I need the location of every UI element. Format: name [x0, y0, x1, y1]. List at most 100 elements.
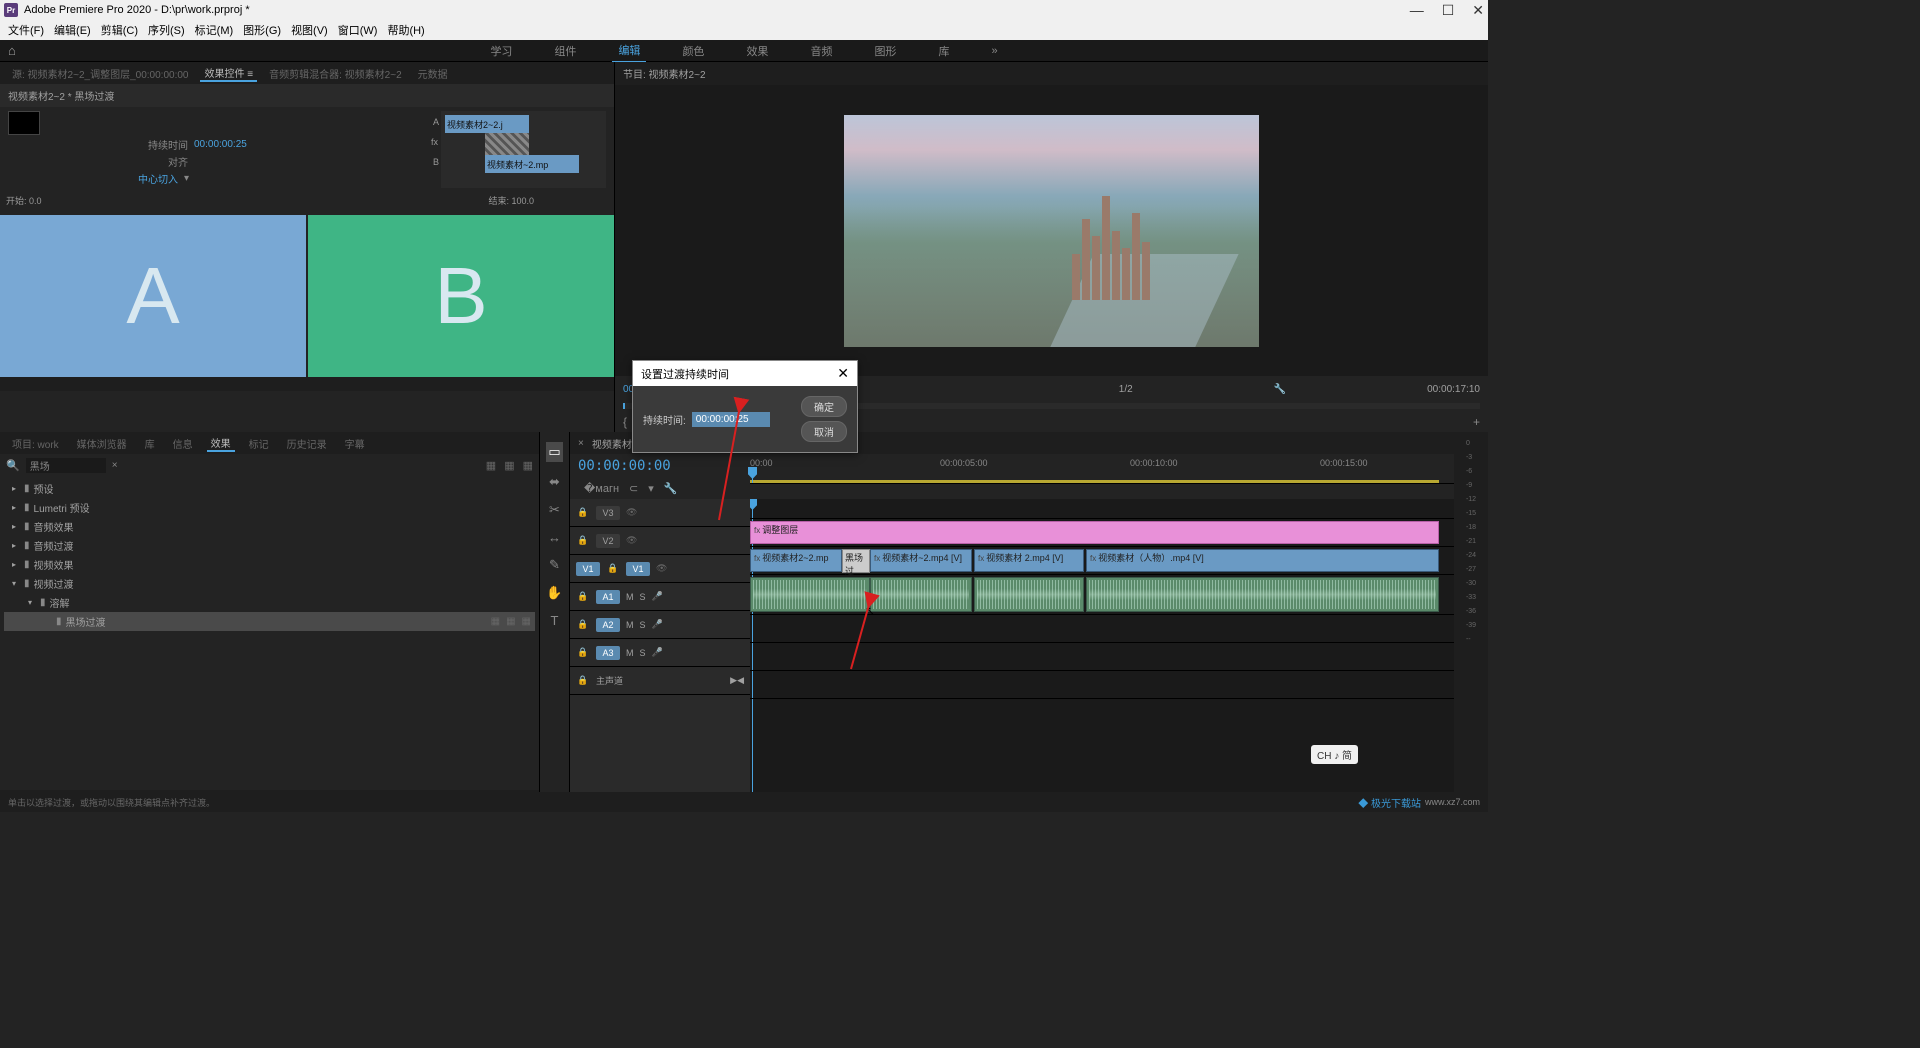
close-button[interactable]: ✕ — [1472, 2, 1484, 19]
clip-2[interactable]: fx视频素材~2.mp4 [V] — [870, 549, 972, 572]
window-title: Adobe Premiere Pro 2020 - D:\pr\work.prp… — [24, 4, 250, 16]
menu-markers[interactable]: 标记(M) — [191, 22, 238, 38]
clip-adjustment[interactable]: fx调整图层 — [750, 521, 1439, 544]
duration-value[interactable]: 00:00:00:25 — [194, 139, 247, 150]
track-a3[interactable]: A3 — [596, 646, 620, 660]
annotation-arrow-1 — [715, 400, 745, 533]
preset-icon-3[interactable]: ▦ — [523, 459, 533, 472]
track-v2[interactable]: V2 — [596, 534, 620, 548]
tree-item[interactable]: ▸▮Lumetri 预设 — [4, 498, 535, 517]
selection-tool-icon[interactable]: ▭ — [546, 442, 562, 462]
mini-transition[interactable] — [485, 133, 529, 155]
menu-view[interactable]: 视图(V) — [287, 22, 332, 38]
menubar: 文件(F) 编辑(E) 剪辑(C) 序列(S) 标记(M) 图形(G) 视图(V… — [0, 20, 1488, 40]
track-master[interactable]: 主声道 — [596, 674, 623, 687]
tree-item[interactable]: ▸▮音频效果 — [4, 517, 535, 536]
transition-clip[interactable]: 黑场过 — [842, 549, 870, 573]
clip-4[interactable]: fx视频素材（人物）.mp4 [V] — [1086, 549, 1439, 572]
menu-file[interactable]: 文件(F) — [4, 22, 48, 38]
effects-tree: ▸▮预设▸▮Lumetri 预设▸▮音频效果▸▮音频过渡▸▮视频效果▾▮视频过渡… — [0, 477, 539, 790]
menu-edit[interactable]: 编辑(E) — [50, 22, 95, 38]
clip-1[interactable]: fx视频素材2~2.mp — [750, 549, 842, 572]
ws-graphics[interactable]: 图形 — [868, 40, 902, 62]
ws-libraries[interactable]: 库 — [932, 40, 955, 62]
ws-effects[interactable]: 效果 — [740, 40, 774, 62]
tab-info[interactable]: 信息 — [169, 436, 197, 451]
timeline-tools: ▭ ⬌ ✂ ↔ ✎ ✋ T — [540, 432, 570, 812]
tab-history[interactable]: 历史记录 — [283, 436, 331, 451]
program-monitor-view[interactable] — [844, 115, 1259, 347]
tab-media-browser[interactable]: 媒体浏览器 — [73, 436, 131, 451]
tree-item[interactable]: ▾▮视频过渡 — [4, 574, 535, 593]
ws-audio[interactable]: 音频 — [804, 40, 838, 62]
tab-audio-mixer[interactable]: 音频剪辑混合器: 视频素材2~2 — [265, 66, 406, 81]
snap-icon[interactable]: �магн — [584, 482, 619, 495]
tree-item[interactable]: ▸▮视频效果 — [4, 555, 535, 574]
marker-add-icon[interactable]: ▾ — [648, 482, 654, 495]
track-v1[interactable]: V1 — [626, 562, 650, 576]
track-a1[interactable]: A1 — [596, 590, 620, 604]
hand-tool-icon[interactable]: ✋ — [546, 585, 562, 601]
audio-clip-3[interactable] — [974, 577, 1084, 612]
preset-icon-1[interactable]: ▦ — [486, 459, 496, 472]
track-v3[interactable]: V3 — [596, 506, 620, 520]
timeline-ruler[interactable]: 00:0000:00:05:0000:00:10:0000:00:15:00 — [750, 454, 1454, 484]
type-tool-icon[interactable]: T — [551, 613, 559, 628]
dialog-title: 设置过渡持续时间 — [641, 366, 729, 382]
dialog-close-icon[interactable]: ✕ — [837, 365, 849, 382]
transition-thumb — [8, 111, 40, 135]
tree-item[interactable]: ▮黑场过渡▦▦▦ — [4, 612, 535, 631]
effects-search-input[interactable] — [26, 458, 106, 473]
ripple-tool-icon[interactable]: ✂ — [549, 502, 560, 518]
slip-tool-icon[interactable]: ↔ — [548, 530, 561, 545]
tree-item[interactable]: ▾▮溶解 — [4, 593, 535, 612]
preview-a: A — [0, 215, 306, 377]
minimize-button[interactable]: — — [1410, 2, 1424, 19]
mark-in-icon[interactable]: { — [623, 415, 627, 429]
transition-duration-dialog: 设置过渡持续时间 ✕ 持续时间: 确定 取消 — [632, 360, 858, 453]
tab-libraries[interactable]: 库 — [141, 436, 159, 451]
program-scale[interactable]: 1/2 — [1119, 384, 1133, 395]
dialog-cancel-button[interactable]: 取消 — [801, 421, 847, 442]
track-v1-src[interactable]: V1 — [576, 562, 600, 576]
tab-effect-controls[interactable]: 效果控件 ≡ — [200, 65, 257, 82]
pen-tool-icon[interactable]: ✎ — [549, 557, 560, 573]
dialog-ok-button[interactable]: 确定 — [801, 396, 847, 417]
ws-learn[interactable]: 学习 — [484, 40, 518, 62]
align-value[interactable]: 中心切入 — [138, 171, 178, 186]
menu-graphics[interactable]: 图形(G) — [239, 22, 285, 38]
tab-markers[interactable]: 标记 — [245, 436, 273, 451]
tab-source[interactable]: 源: 视频素材2~2_调整图层_00:00:00:00 — [8, 66, 192, 81]
clip-3[interactable]: fx视频素材 2.mp4 [V] — [974, 549, 1084, 572]
menu-window[interactable]: 窗口(W) — [334, 22, 382, 38]
audio-meters: 0-3-6-9-12-15-18-21-24-27-30-33-36-39-- — [1454, 432, 1488, 812]
timeline-tab-close[interactable]: × — [578, 438, 584, 449]
watermark-logo: ◆ 极光下载站 — [1358, 795, 1421, 810]
audio-clip-4[interactable] — [1086, 577, 1439, 612]
menu-clip[interactable]: 剪辑(C) — [97, 22, 142, 38]
menu-sequence[interactable]: 序列(S) — [144, 22, 189, 38]
home-icon[interactable]: ⌂ — [8, 43, 16, 58]
menu-help[interactable]: 帮助(H) — [383, 22, 428, 38]
tab-captions[interactable]: 字幕 — [341, 436, 369, 451]
linked-selection-icon[interactable]: ⊂ — [629, 482, 638, 495]
preset-icon-2[interactable]: ▦ — [504, 459, 514, 472]
effect-title: 视频素材2~2 * 黑场过渡 — [0, 84, 614, 107]
ws-color[interactable]: 颜色 — [676, 40, 710, 62]
tab-project[interactable]: 项目: work — [8, 436, 63, 451]
add-button-icon[interactable]: + — [1473, 415, 1480, 429]
ws-editing[interactable]: 编辑 — [612, 39, 646, 63]
track-select-tool-icon[interactable]: ⬌ — [549, 474, 560, 490]
tree-item[interactable]: ▸▮音频过渡 — [4, 536, 535, 555]
program-settings-icon[interactable]: 🔧 — [1274, 384, 1286, 395]
ws-more[interactable]: » — [985, 42, 1003, 60]
clear-search-icon[interactable]: × — [112, 460, 118, 471]
audio-clip-2[interactable] — [870, 577, 972, 612]
tab-effects-panel[interactable]: 效果 — [207, 435, 235, 452]
ws-assembly[interactable]: 组件 — [548, 40, 582, 62]
tree-item[interactable]: ▸▮预设 — [4, 479, 535, 498]
maximize-button[interactable]: ☐ — [1442, 2, 1455, 19]
track-a2[interactable]: A2 — [596, 618, 620, 632]
tab-metadata[interactable]: 元数据 — [414, 66, 452, 81]
settings-icon[interactable]: 🔧 — [664, 482, 678, 495]
